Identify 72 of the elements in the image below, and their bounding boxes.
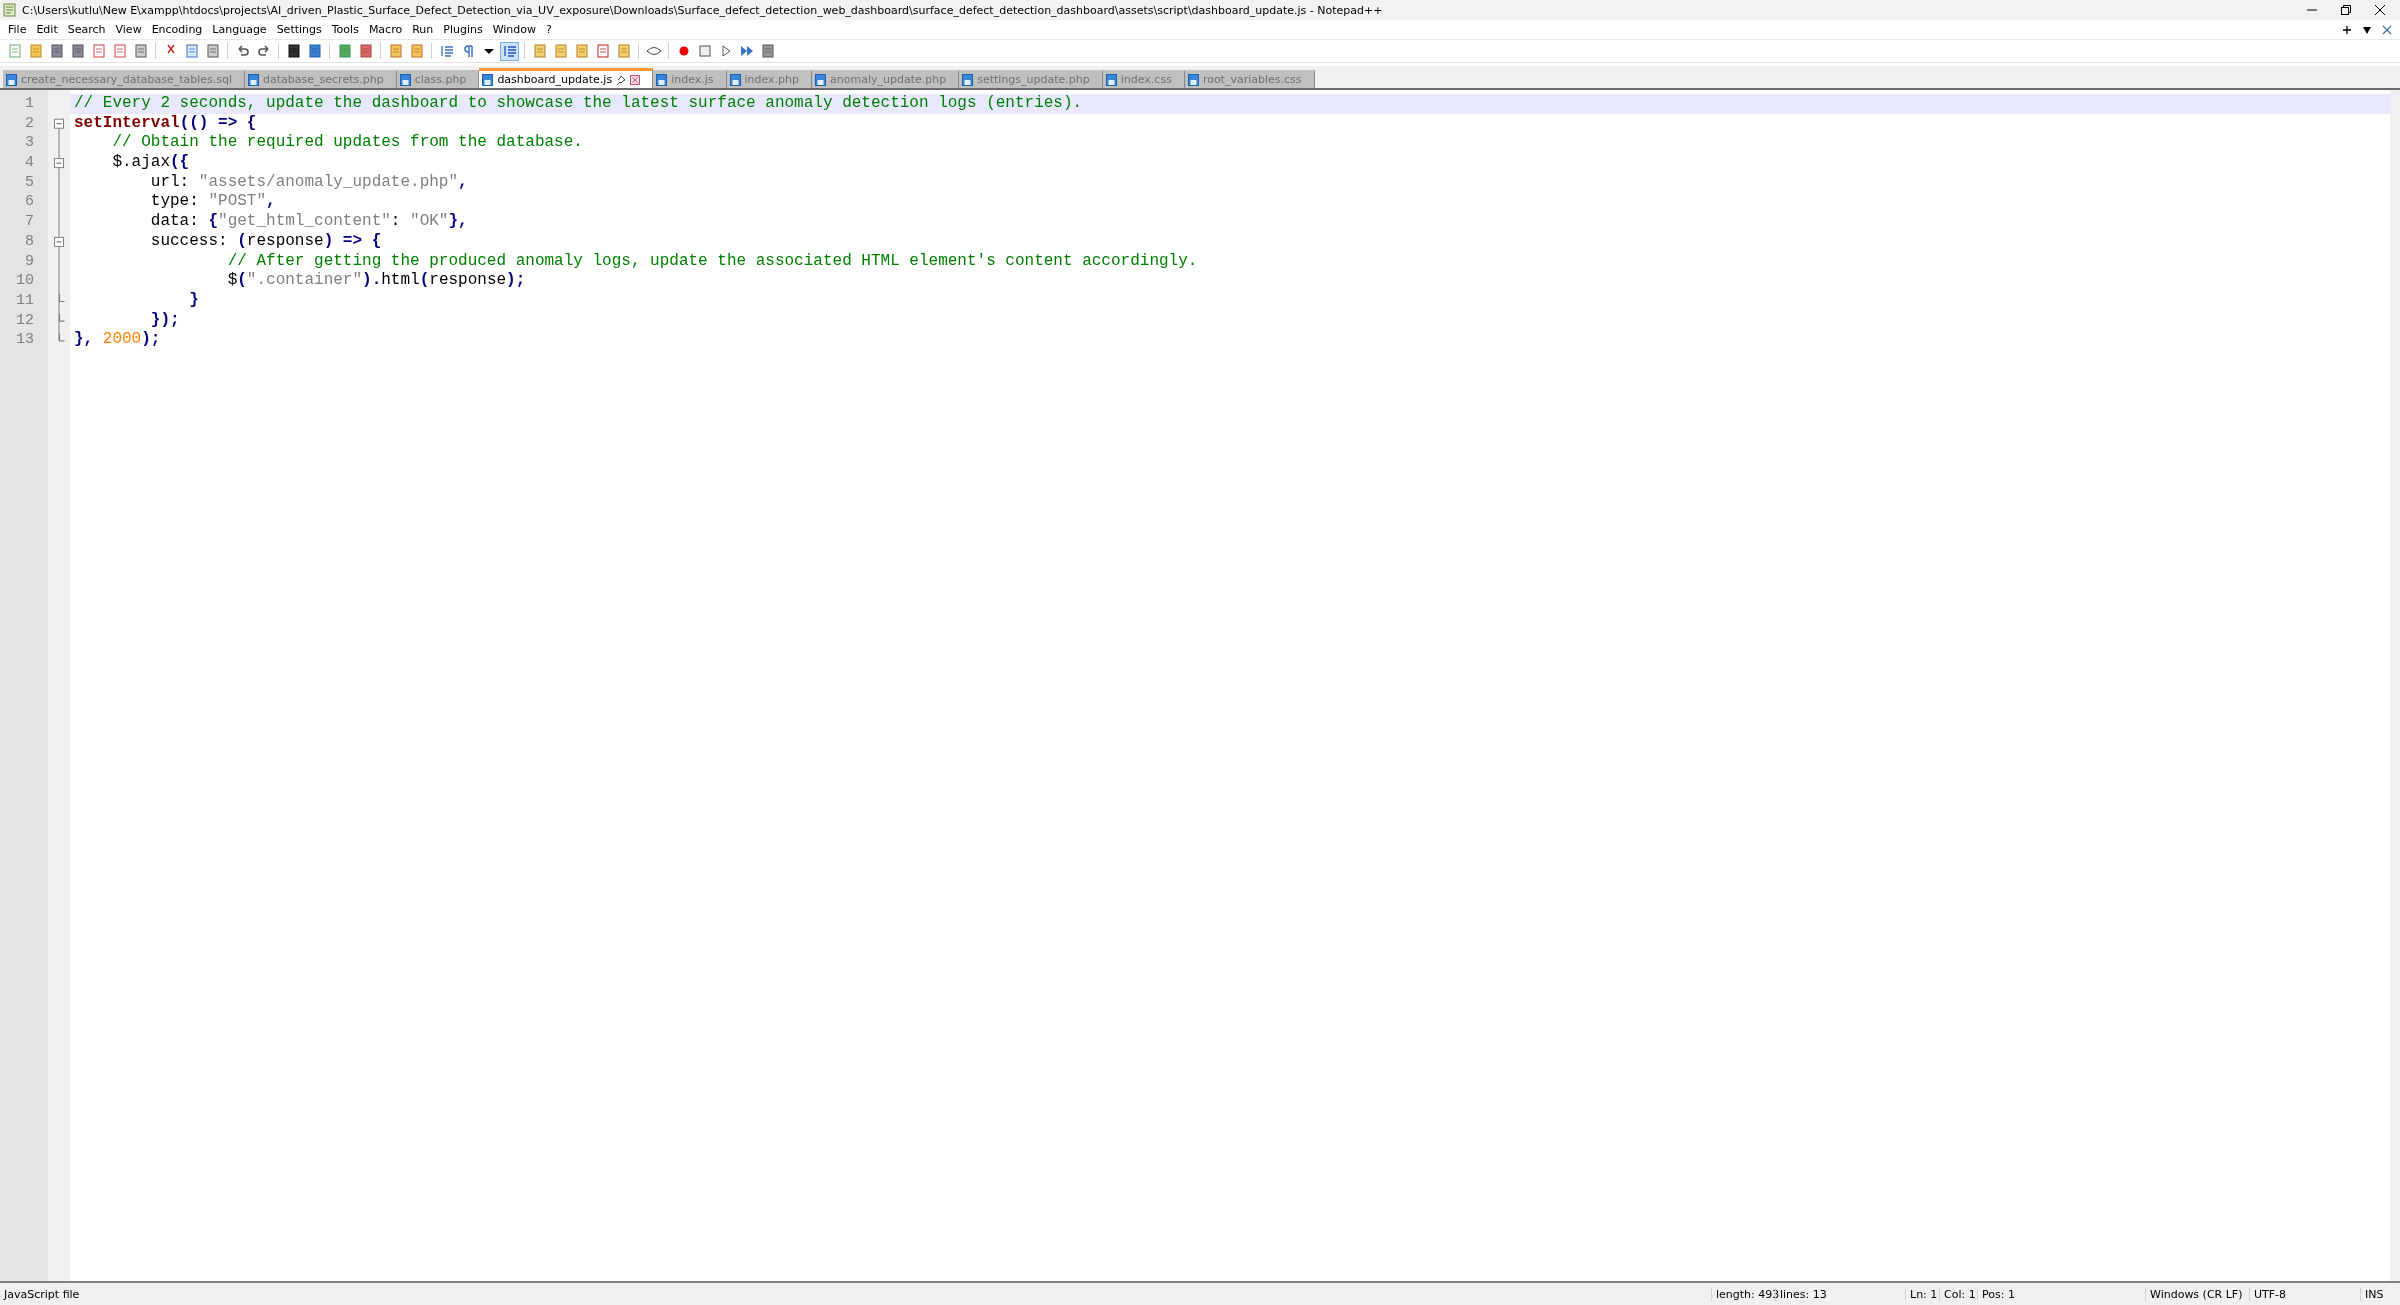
file-icon bbox=[482, 73, 494, 86]
code-line: url: "assets/anomaly_update.php", bbox=[149, 172, 469, 193]
app-icon bbox=[3, 3, 17, 17]
close-icon[interactable] bbox=[2374, 4, 2386, 16]
line-number: 13 bbox=[15, 330, 35, 350]
code-line: // After getting the produced anomaly logs, update the associated HTML element's content accordingly. bbox=[226, 251, 1199, 272]
menu-item[interactable]: Search bbox=[62, 23, 111, 36]
line-number: 1 bbox=[24, 94, 35, 114]
line-number: 10 bbox=[15, 271, 35, 291]
redo-icon bbox=[255, 43, 272, 59]
line-number: 9 bbox=[24, 251, 35, 272]
line-number: 7 bbox=[24, 212, 35, 232]
menu-item[interactable]: Tools bbox=[326, 23, 364, 36]
code-line: success: (response) => { bbox=[149, 231, 383, 252]
indent-guide-icon bbox=[501, 43, 518, 59]
stop-icon bbox=[696, 43, 713, 59]
plus-icon[interactable] bbox=[2342, 24, 2352, 35]
line-number: 3 bbox=[24, 133, 35, 154]
fold-toggle-icon[interactable] bbox=[54, 158, 64, 169]
file-icon bbox=[962, 73, 974, 86]
column-label: Col: 1 bbox=[1939, 1287, 1977, 1301]
line-number: 6 bbox=[24, 192, 35, 213]
code-line: // Obtain the required updates from the database. bbox=[111, 133, 584, 154]
code-line: } bbox=[188, 290, 200, 311]
code-line: }, 2000); bbox=[73, 330, 162, 350]
menu-item[interactable]: Encoding bbox=[146, 23, 208, 36]
fold-toggle-icon[interactable] bbox=[54, 118, 64, 129]
new-file-icon bbox=[6, 43, 23, 59]
line-label: Ln: 1 bbox=[1905, 1287, 1939, 1301]
fast-forward-icon bbox=[738, 43, 755, 59]
wrap-icon bbox=[438, 43, 455, 59]
file-tab[interactable]: dashboard_update.js bbox=[479, 68, 654, 88]
line-number: 8 bbox=[24, 231, 35, 252]
code-line: $(".container").html(response); bbox=[226, 271, 527, 291]
code-line: setInterval(() => { bbox=[73, 113, 258, 134]
menu-item[interactable]: ? bbox=[541, 23, 557, 36]
line-number: 12 bbox=[15, 310, 35, 331]
menu-item[interactable]: Plugins bbox=[438, 23, 488, 36]
file-icon bbox=[815, 73, 827, 86]
file-icon bbox=[656, 73, 668, 86]
menu-item[interactable]: Edit bbox=[31, 23, 63, 36]
menu-item[interactable]: Macro bbox=[363, 23, 408, 36]
line-number: 5 bbox=[24, 172, 35, 193]
code-line: type: "POST", bbox=[149, 192, 277, 213]
line-number: 2 bbox=[24, 113, 35, 134]
menu-item[interactable]: Window bbox=[487, 23, 542, 36]
window-title: C:\Users\kutlu\New E\xampp\htdocs\projects\AI_driven_Plastic_Surface_Defect_Detection_via_UV_exposure\Downloads\Surface_defect_detection_web_dashboard\surface_defect_detection_dashboard\assets\script\dashboard_update.js - Notepad++ bbox=[22, 3, 1384, 17]
menu-item[interactable]: View bbox=[110, 23, 147, 36]
mode-label: INS bbox=[2360, 1287, 2400, 1301]
file-icon bbox=[6, 73, 17, 86]
code-line: data: {"get_html_content": "OK"}, bbox=[149, 212, 469, 232]
position-label: Pos: 1 bbox=[1977, 1287, 2145, 1301]
file-icon bbox=[1187, 73, 1199, 86]
file-icon bbox=[399, 73, 411, 86]
file-icon bbox=[248, 73, 260, 86]
fold-toggle-icon[interactable] bbox=[54, 236, 64, 247]
file-type-label: JavaScript file bbox=[2, 1287, 81, 1301]
line-number: 4 bbox=[24, 153, 35, 173]
restore-icon[interactable] bbox=[2340, 4, 2352, 16]
code-line: }); bbox=[149, 310, 181, 331]
file-icon bbox=[1105, 73, 1117, 86]
caret-icon[interactable] bbox=[2362, 24, 2372, 35]
pin-icon[interactable] bbox=[616, 74, 627, 85]
line-ending-label: Windows (CR LF) bbox=[2145, 1287, 2249, 1301]
menu-item[interactable]: Language bbox=[207, 23, 272, 36]
file-icon bbox=[729, 73, 741, 86]
line-number: 11 bbox=[15, 290, 35, 311]
encoding-label: UTF-8 bbox=[2249, 1287, 2360, 1301]
menu-item[interactable]: Run bbox=[407, 23, 439, 36]
menu-item[interactable]: File bbox=[3, 23, 32, 36]
code-line: $.ajax({ bbox=[111, 153, 191, 173]
menu-item[interactable]: Settings bbox=[271, 23, 327, 36]
